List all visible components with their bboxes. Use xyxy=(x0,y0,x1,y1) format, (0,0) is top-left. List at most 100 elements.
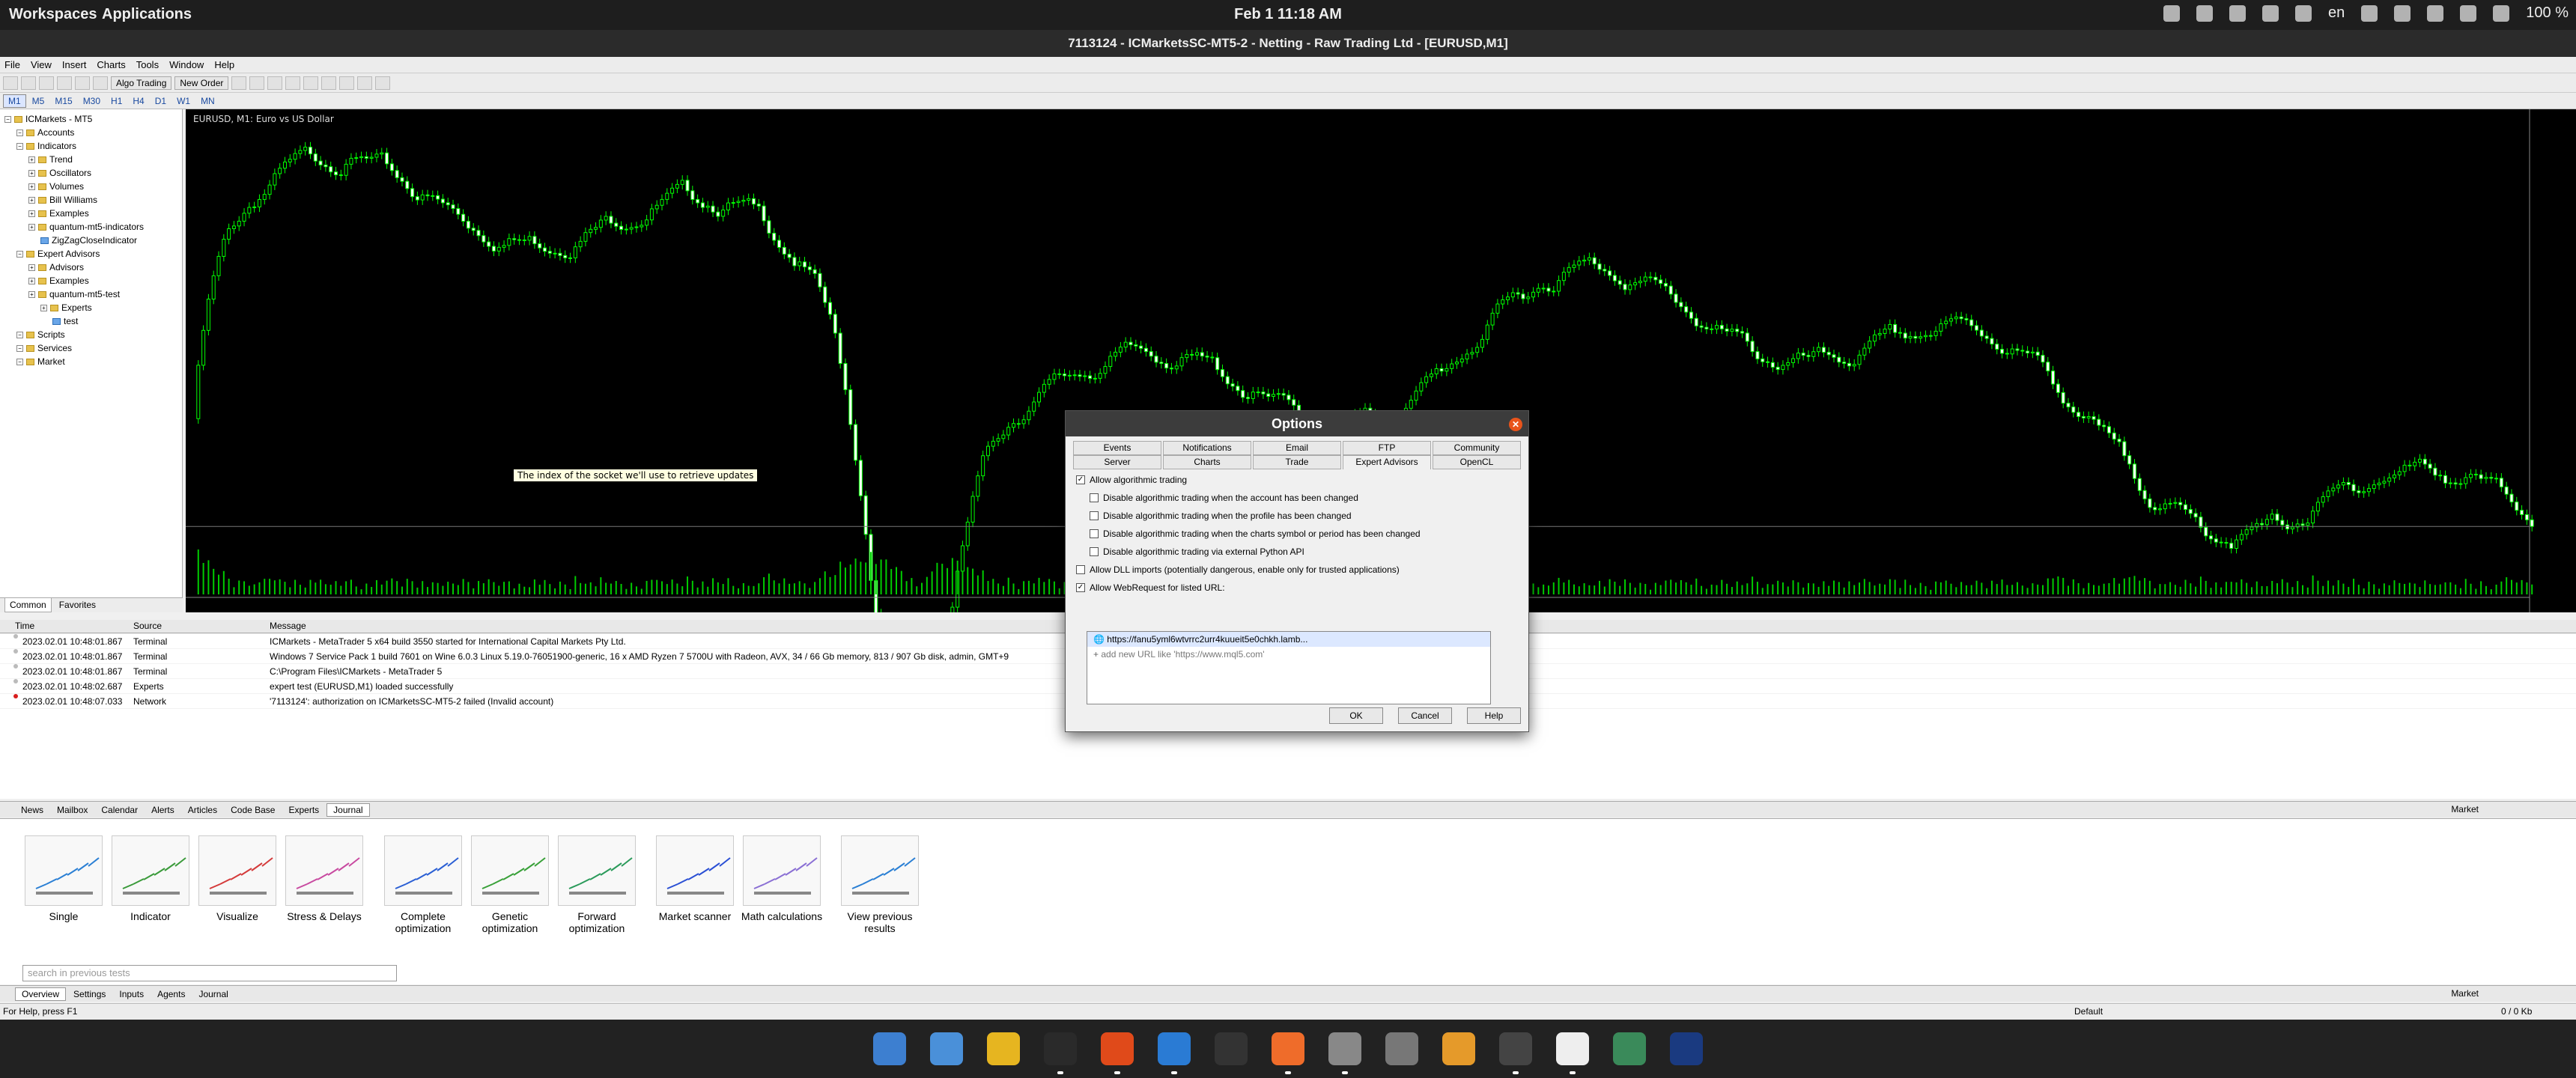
checkbox[interactable] xyxy=(1090,493,1099,502)
expand-icon[interactable]: − xyxy=(16,143,23,150)
expand-icon[interactable]: + xyxy=(28,210,35,218)
lock-icon[interactable] xyxy=(57,76,72,90)
menu-item-insert[interactable]: Insert xyxy=(62,59,87,70)
dialog-tab-server[interactable]: Server xyxy=(1073,455,1161,469)
tester-card[interactable]: Math calculations xyxy=(741,835,823,922)
navigator-item[interactable]: + quantum-mt5-indicators xyxy=(4,220,177,234)
dialog-tab-email[interactable]: Email xyxy=(1253,441,1341,455)
dialog-tab-expert-advisors[interactable]: Expert Advisors xyxy=(1343,455,1431,469)
metatrader-icon[interactable] xyxy=(1613,1032,1646,1065)
tab-favorites[interactable]: Favorites xyxy=(55,598,100,612)
tab-experts[interactable]: Experts xyxy=(282,804,325,816)
navigator-item[interactable]: − Accounts xyxy=(4,126,177,139)
expand-icon[interactable]: − xyxy=(4,116,11,124)
tab-news[interactable]: News xyxy=(15,804,49,816)
1password-icon[interactable] xyxy=(1670,1032,1703,1065)
expand-icon[interactable]: − xyxy=(16,251,23,258)
tester-card[interactable]: Stress & Delays xyxy=(283,835,365,922)
navigator-item[interactable]: − Services xyxy=(4,341,177,355)
volume-icon[interactable] xyxy=(2394,4,2411,22)
menu-item-help[interactable]: Help xyxy=(214,59,234,70)
tab-calendar[interactable]: Calendar xyxy=(95,804,144,816)
tester-card[interactable]: Complete optimization xyxy=(382,835,464,934)
cloud-icon[interactable] xyxy=(2262,4,2279,22)
url-entry[interactable]: 🌐 https://fanu5yml6wtvrrc2urr4kuueit5e0c… xyxy=(1087,632,1490,647)
column-time[interactable]: Time xyxy=(15,621,34,631)
battery-icon[interactable] xyxy=(2493,4,2510,22)
vpn-icon[interactable] xyxy=(2229,4,2247,22)
chart-type-icon[interactable] xyxy=(231,76,247,90)
grid-icon[interactable] xyxy=(285,76,301,90)
zoom-out-icon[interactable] xyxy=(267,76,283,90)
menu-item-view[interactable]: View xyxy=(31,59,52,70)
network-icon[interactable] xyxy=(2427,4,2444,22)
timeframe-h4[interactable]: H4 xyxy=(128,95,148,107)
search-previous-tests-input[interactable]: search in previous tests xyxy=(22,965,397,981)
checkbox[interactable]: ✓ xyxy=(1076,475,1085,484)
expand-icon[interactable]: − xyxy=(16,332,23,339)
timeframe-m15[interactable]: M15 xyxy=(50,95,76,107)
expand-icon[interactable]: + xyxy=(40,305,47,312)
help-button[interactable]: Help xyxy=(1467,707,1521,724)
navigator-item[interactable]: + Bill Williams xyxy=(4,193,177,207)
navigator-item[interactable]: − Indicators xyxy=(4,139,177,153)
timeframe-h1[interactable]: H1 xyxy=(106,95,127,107)
option-row[interactable]: Allow DLL imports (potentially dangerous… xyxy=(1073,561,1522,579)
navigator-item[interactable]: ZigZagCloseIndicator xyxy=(4,234,177,247)
tester-tab-overview[interactable]: Overview xyxy=(15,987,67,1001)
app-grid-icon[interactable] xyxy=(987,1032,1020,1065)
ok-button[interactable]: OK xyxy=(1329,707,1383,724)
tab-alerts[interactable]: Alerts xyxy=(145,804,180,816)
expand-icon[interactable]: + xyxy=(28,156,35,164)
expand-icon[interactable]: + xyxy=(28,170,35,177)
dialog-tab-events[interactable]: Events xyxy=(1073,441,1161,455)
timeframe-w1[interactable]: W1 xyxy=(172,95,195,107)
close-icon[interactable]: ✕ xyxy=(1509,418,1522,431)
tester-card[interactable]: Single xyxy=(22,835,105,922)
tab-articles[interactable]: Articles xyxy=(182,804,223,816)
navigator-item[interactable]: + Volumes xyxy=(4,180,177,193)
bluetooth-icon[interactable] xyxy=(2460,4,2477,22)
column-message[interactable]: Message xyxy=(270,621,306,631)
expand-icon[interactable]: − xyxy=(16,345,23,353)
navigator-item[interactable]: + Trend xyxy=(4,153,177,166)
expand-icon[interactable]: + xyxy=(28,197,35,204)
text-icon[interactable] xyxy=(375,76,391,90)
applications-menu[interactable]: Applications xyxy=(102,6,192,23)
expand-icon[interactable]: − xyxy=(16,359,23,366)
navigator-item[interactable]: + Examples xyxy=(4,274,177,287)
search-app-icon[interactable] xyxy=(873,1032,906,1065)
timeframe-m1[interactable]: M1 xyxy=(3,94,26,108)
expand-icon[interactable]: + xyxy=(28,183,35,191)
tester-tab-journal[interactable]: Journal xyxy=(192,988,234,1000)
navigator-item[interactable]: + Experts xyxy=(4,301,177,314)
expand-icon[interactable]: + xyxy=(28,264,35,272)
display-icon[interactable] xyxy=(2361,4,2378,22)
navigator-item[interactable]: + Examples xyxy=(4,207,177,220)
navigator-item[interactable]: + Oscillators xyxy=(4,166,177,180)
dialog-tab-community[interactable]: Community xyxy=(1433,441,1521,455)
tester-tab-agents[interactable]: Agents xyxy=(151,988,191,1000)
crosshair-icon[interactable] xyxy=(339,76,355,90)
checkbox[interactable] xyxy=(1076,565,1085,574)
expand-icon[interactable]: − xyxy=(16,130,23,137)
checkbox[interactable] xyxy=(1090,511,1099,520)
dialog-tab-notifications[interactable]: Notifications xyxy=(1163,441,1251,455)
timeframe-d1[interactable]: D1 xyxy=(151,95,171,107)
brave-icon[interactable] xyxy=(1101,1032,1134,1074)
market-link[interactable]: Market xyxy=(2451,804,2479,814)
option-row[interactable]: Disable algorithmic trading when the cha… xyxy=(1073,525,1522,543)
option-row[interactable]: Disable algorithmic trading when the acc… xyxy=(1073,489,1522,507)
navigator-item[interactable]: − Expert Advisors xyxy=(4,247,177,261)
tab-journal[interactable]: Journal xyxy=(326,803,370,817)
option-row[interactable]: Disable algorithmic trading via external… xyxy=(1073,543,1522,561)
menu-item-window[interactable]: Window xyxy=(169,59,204,70)
cursor-icon[interactable] xyxy=(321,76,337,90)
expand-icon[interactable]: + xyxy=(28,291,35,299)
navigator-item[interactable]: + Advisors xyxy=(4,261,177,274)
timeframe-mn[interactable]: MN xyxy=(196,95,219,107)
column-source[interactable]: Source xyxy=(133,621,162,631)
dialog-tab-charts[interactable]: Charts xyxy=(1163,455,1251,469)
tester-card[interactable]: View previous results xyxy=(839,835,921,934)
tester-tab-settings[interactable]: Settings xyxy=(67,988,112,1000)
